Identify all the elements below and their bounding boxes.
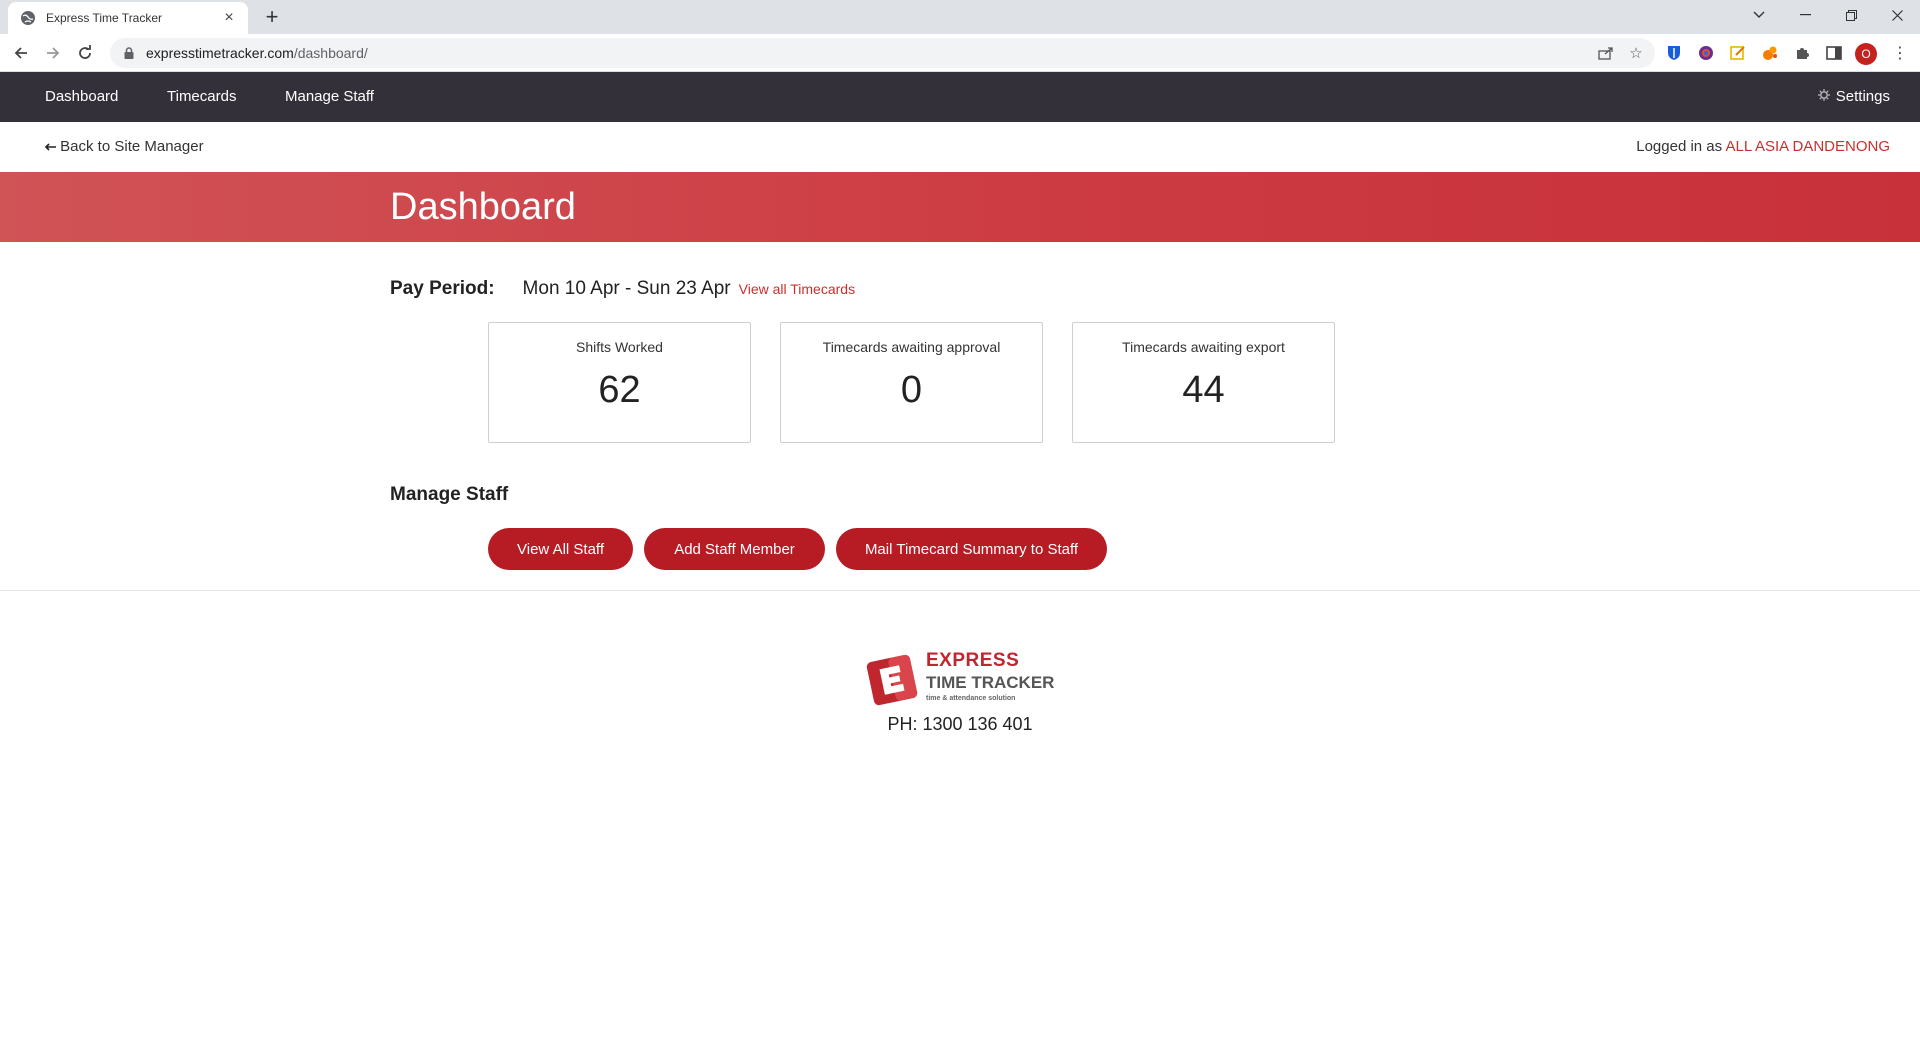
logo-tagline: time & attendance solution xyxy=(926,695,1016,702)
page-banner: Dashboard xyxy=(0,172,1920,242)
profile-avatar[interactable]: O xyxy=(1855,43,1877,65)
page-title: Dashboard xyxy=(390,186,576,228)
orange-extension-icon[interactable] xyxy=(1760,43,1780,63)
logged-in-user: ALL ASIA DANDENONG xyxy=(1725,138,1890,155)
site-nav: Dashboard Timecards Manage Staff Setting… xyxy=(0,72,1920,122)
pay-period-range: Mon 10 Apr - Sun 23 Apr xyxy=(522,278,731,299)
browser-tabstrip: Express Time Tracker × + xyxy=(0,0,1920,34)
stat-label: Shifts Worked xyxy=(576,339,663,355)
reload-icon[interactable] xyxy=(73,41,97,65)
bitwarden-extension-icon[interactable] xyxy=(1664,43,1684,63)
restore-icon[interactable] xyxy=(1828,0,1874,30)
browser-menu-icon[interactable]: ⋮ xyxy=(1890,43,1910,63)
express-time-tracker-logo: EXPRESS TIME TRACKER time & attendance s… xyxy=(864,650,1064,708)
extensions-puzzle-icon[interactable] xyxy=(1792,43,1812,63)
view-all-timecards-link[interactable]: View all Timecards xyxy=(739,281,855,297)
bookmark-star-icon[interactable]: ☆ xyxy=(1622,38,1650,68)
gear-icon xyxy=(1817,72,1830,122)
tab-title: Express Time Tracker xyxy=(46,11,163,25)
back-link-label: Back to Site Manager xyxy=(60,138,204,155)
nav-dashboard[interactable]: Dashboard xyxy=(45,72,118,122)
globe-icon xyxy=(20,10,36,26)
url-text: expresstimetracker.com/dashboard/ xyxy=(146,45,368,61)
forward-arrow-icon[interactable] xyxy=(41,41,65,65)
logo-text-express: EXPRESS xyxy=(926,650,1020,671)
view-all-staff-button[interactable]: View All Staff xyxy=(488,528,633,570)
back-to-site-manager-link[interactable]: Back to Site Manager xyxy=(44,122,204,172)
close-window-icon[interactable] xyxy=(1874,0,1920,30)
tab-search-icon[interactable] xyxy=(1736,0,1782,30)
sub-bar: Back to Site Manager Logged in as ALL AS… xyxy=(0,122,1920,172)
footer-phone: PH: 1300 136 401 xyxy=(887,714,1033,734)
nav-timecards[interactable]: Timecards xyxy=(167,72,236,122)
pay-period-label: Pay Period: xyxy=(390,278,495,299)
manage-staff-title: Manage Staff xyxy=(390,484,509,505)
stat-label: Timecards awaiting export xyxy=(1122,339,1285,355)
address-bar[interactable]: expresstimetracker.com/dashboard/ ☆ xyxy=(110,38,1655,68)
lock-icon[interactable] xyxy=(122,46,136,60)
side-panel-icon[interactable] xyxy=(1824,43,1844,63)
logo-text-time-tracker: TIME TRACKER xyxy=(926,673,1055,692)
color-extension-icon[interactable] xyxy=(1696,43,1716,63)
add-staff-member-button[interactable]: Add Staff Member xyxy=(644,528,825,570)
mail-timecard-summary-button[interactable]: Mail Timecard Summary to Staff xyxy=(836,528,1107,570)
stat-value: 44 xyxy=(1182,369,1225,411)
url-path: /dashboard/ xyxy=(293,45,368,61)
login-info: Logged in as ALL ASIA DANDENONG xyxy=(1636,122,1890,172)
arrow-left-icon xyxy=(44,138,60,155)
stat-value: 62 xyxy=(598,369,641,411)
stat-card-awaiting-export: Timecards awaiting export 44 xyxy=(1072,322,1335,443)
nav-settings[interactable]: Settings xyxy=(1817,72,1890,122)
logo-e-icon xyxy=(866,654,918,706)
url-host: expresstimetracker.com xyxy=(146,45,294,61)
new-tab-button[interactable]: + xyxy=(260,6,284,30)
browser-toolbar: expresstimetracker.com/dashboard/ ☆ O ⋮ xyxy=(0,34,1920,72)
browser-tab[interactable]: Express Time Tracker × xyxy=(8,2,248,34)
divider xyxy=(0,590,1920,591)
logged-in-prefix: Logged in as xyxy=(1636,138,1723,155)
notes-extension-icon[interactable] xyxy=(1728,43,1748,63)
back-arrow-icon[interactable] xyxy=(9,41,33,65)
stat-label: Timecards awaiting approval xyxy=(822,339,1001,355)
nav-manage-staff[interactable]: Manage Staff xyxy=(285,72,374,122)
close-tab-icon[interactable]: × xyxy=(220,9,238,27)
minimize-icon[interactable] xyxy=(1782,0,1828,30)
stat-value: 0 xyxy=(900,369,923,411)
settings-label: Settings xyxy=(1835,88,1890,105)
share-icon[interactable] xyxy=(1592,38,1620,68)
stat-card-awaiting-approval: Timecards awaiting approval 0 xyxy=(780,322,1043,443)
pay-period: Pay Period: Mon 10 Apr - Sun 23 Apr View… xyxy=(390,278,855,300)
stat-card-shifts-worked: Shifts Worked 62 xyxy=(488,322,751,443)
